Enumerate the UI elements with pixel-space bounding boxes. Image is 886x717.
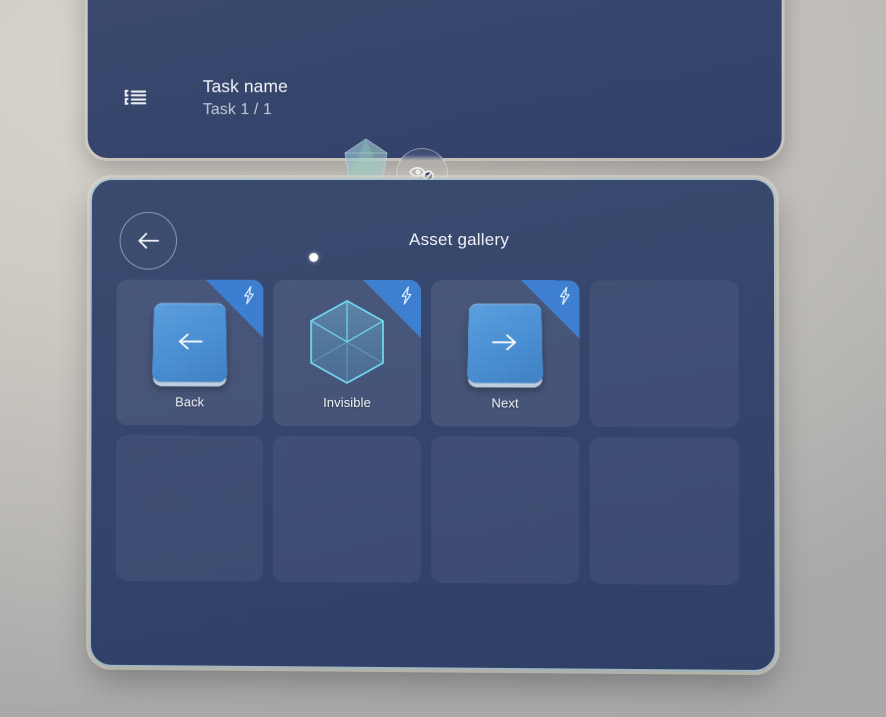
task-summary-row[interactable]: Task name Task 1 / 1	[121, 75, 288, 120]
asset-slot-empty	[589, 437, 740, 585]
task-progress-label: Task 1 / 1	[202, 101, 272, 119]
asset-slot-empty	[589, 280, 739, 428]
asset-label: Invisible	[323, 394, 371, 411]
wireframe-cube-icon	[304, 297, 390, 387]
asset-thumbnail	[273, 298, 421, 386]
asset-thumbnail	[431, 298, 579, 387]
asset-thumbnail	[116, 297, 263, 385]
asset-slot-empty	[272, 435, 421, 583]
asset-slot-empty	[115, 435, 264, 582]
pointer-dot	[309, 252, 319, 262]
task-panel: Task name Task 1 / 1	[87, 0, 782, 159]
asset-card-next[interactable]: Next	[430, 280, 580, 427]
asset-label: Next	[491, 395, 519, 411]
ar-scene: Task name Task 1 / 1 Asset gallery Back …	[0, 0, 886, 717]
page-title: Asset gallery	[409, 229, 510, 250]
asset-label: Back	[175, 394, 205, 410]
asset-card-back[interactable]: Back	[116, 279, 264, 426]
task-name-label: Task name	[202, 75, 288, 96]
gallery-header: Asset gallery	[92, 180, 774, 273]
asset-slot-empty	[430, 436, 580, 584]
asset-grid: Back Invisible Next	[115, 279, 749, 585]
asset-gallery-panel: Asset gallery Back Invisible Next	[90, 180, 775, 671]
task-list-icon	[121, 83, 151, 113]
asset-card-invisible[interactable]: Invisible	[273, 279, 421, 427]
